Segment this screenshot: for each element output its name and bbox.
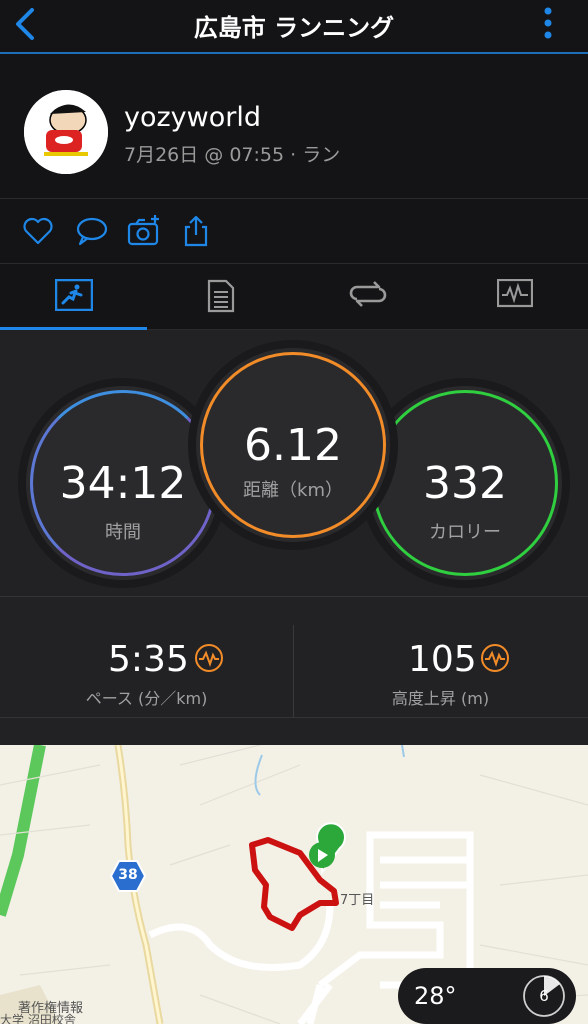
more-options-button[interactable] [542,4,554,44]
elevation-metric[interactable]: 105 高度上昇 (m) [294,625,587,717]
comment-button[interactable] [74,213,110,249]
app-header: 広島市 ランニング [0,0,588,54]
section-divider [0,596,588,626]
tab-laps[interactable] [294,263,441,329]
camera-plus-icon [127,215,159,246]
run-overview-icon [54,279,93,311]
comment-icon [76,217,108,246]
route-38-badge: 38 [110,860,146,892]
time-value: 34:12 [59,458,187,509]
map-label-chome: 7丁目 [340,893,375,908]
like-button[interactable] [20,213,56,249]
elevation-chart-icon [481,644,509,672]
chart-icon [496,279,533,308]
map-label-school: 大学 沼田校舎 [0,1013,76,1024]
distance-ring: 6.12 距離（km） [196,348,390,542]
weather-widget[interactable]: 28° 6 [398,968,576,1024]
temperature-value: 28° [414,982,457,1010]
distance-value: 6.12 [244,420,342,471]
pace-label: ペース (分／km) [85,689,208,708]
share-button[interactable] [178,213,214,249]
calories-value: 332 [423,458,507,509]
calories-ring: 332 カロリー [368,386,562,580]
pace-metric[interactable]: 5:35 ペース (分／km) [0,625,293,717]
calories-label: カロリー [429,522,501,543]
wind-indicator: 6 [522,974,566,1018]
avatar-image [24,90,108,174]
metrics-row: 5:35 ペース (分／km) 105 高度上昇 (m) [0,625,588,717]
more-vertical-icon [544,7,552,39]
time-ring: 34:12 時間 [26,386,220,580]
activity-header: yozyworld 7月26日 @ 07:55 · ラン [0,54,588,198]
pace-chart-icon [195,644,223,672]
tab-charts[interactable] [441,263,588,329]
elevation-label: 高度上昇 (m) [391,689,490,708]
route-38-label: 38 [118,867,138,883]
section-gap [0,717,588,746]
username[interactable]: yozyworld [124,102,261,133]
distance-label: 距離（km） [243,480,343,501]
social-actions-bar [0,198,588,264]
page-title: 広島市 ランニング [193,14,395,42]
heart-icon [23,217,53,245]
tab-overview[interactable] [0,263,147,330]
wind-speed-value: 6 [539,987,549,1005]
avatar[interactable] [24,90,108,174]
share-icon [184,215,208,247]
add-photo-button[interactable] [126,213,162,249]
pace-value: 5:35 [108,639,189,680]
activity-tabs [0,263,588,330]
document-icon [207,279,234,313]
stats-panel: 34:12 時間 332 カロリー 6.12 距離（km） [0,330,588,596]
laps-icon [349,281,386,307]
tab-details[interactable] [147,263,294,329]
activity-datetime: 7月26日 @ 07:55 · ラン [124,144,341,166]
time-label: 時間 [105,522,141,543]
elevation-value: 105 [408,639,477,680]
